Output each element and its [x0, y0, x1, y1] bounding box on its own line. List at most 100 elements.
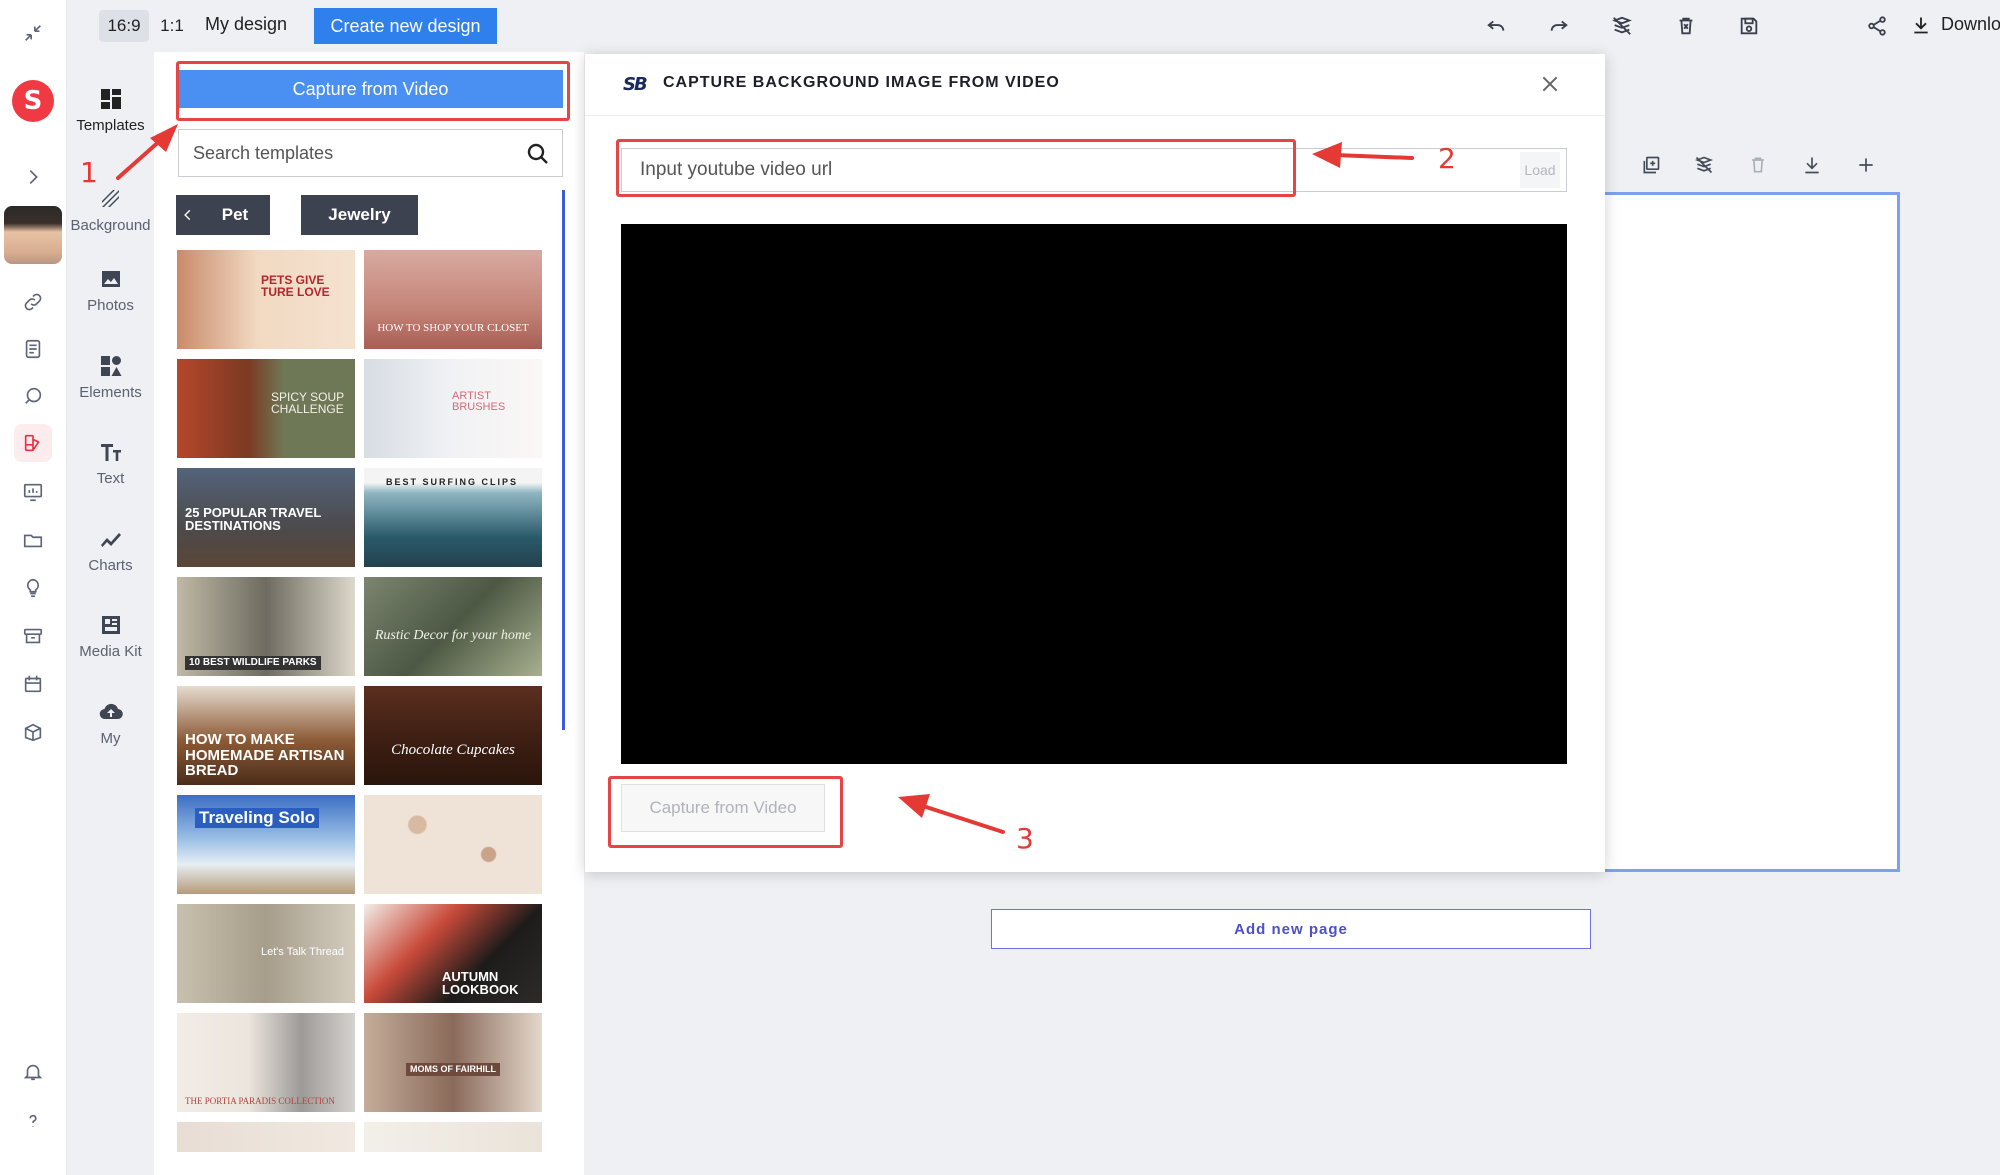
template-caption: Traveling Solo	[195, 808, 320, 828]
template-thumb[interactable]: 25 POPULAR TRAVEL DESTINATIONS	[177, 468, 355, 567]
cloud-upload-icon	[99, 703, 123, 719]
template-thumb[interactable]: Rustic Decor for your home	[364, 577, 542, 676]
load-button[interactable]: Load	[1520, 152, 1560, 188]
add-new-page-button[interactable]: Add new page	[991, 909, 1591, 949]
search-templates-box	[178, 129, 563, 177]
template-caption: 10 BEST WILDLIFE PARKS	[185, 655, 321, 670]
duplicate-page-icon[interactable]	[1638, 152, 1664, 178]
undo-icon[interactable]	[1483, 13, 1509, 39]
save-icon[interactable]	[1736, 13, 1762, 39]
hide-page-icon[interactable]	[1691, 152, 1717, 178]
delete-page-icon[interactable]	[1745, 152, 1771, 178]
help-icon[interactable]	[14, 1102, 52, 1140]
annotation-highlight-3	[608, 776, 843, 848]
download-button[interactable]: Download	[1911, 14, 2000, 35]
box-icon[interactable]	[14, 713, 52, 751]
photos-icon	[101, 270, 120, 287]
tool-label: Charts	[88, 556, 133, 574]
download-label: Download	[1941, 14, 2000, 34]
chip-pet[interactable]: Pet	[200, 195, 270, 235]
template-caption: Rustic Decor for your home	[374, 628, 532, 644]
tool-charts[interactable]: Charts	[67, 512, 154, 588]
tool-label: Background	[70, 216, 151, 234]
annotation-number-2: 2	[1438, 142, 1456, 175]
template-caption: ARTIST BRUSHES	[452, 389, 506, 414]
tool-label: Text	[96, 469, 125, 487]
template-thumb[interactable]: HOW TO SHOP YOUR CLOSET	[364, 250, 542, 349]
my-design-link[interactable]: My design	[205, 14, 287, 35]
chips-prev-button[interactable]	[176, 195, 200, 235]
template-thumb[interactable]: BEST SURFING CLIPS	[364, 468, 542, 567]
template-thumb[interactable]: HOW TO MAKE HOMEMADE ARTISAN BREAD	[177, 686, 355, 785]
search-icon[interactable]	[526, 142, 550, 166]
bulb-icon[interactable]	[14, 569, 52, 607]
template-thumb[interactable]: PETS GIVE TURE LOVE	[177, 250, 355, 349]
template-caption: HOW TO MAKE HOMEMADE ARTISAN BREAD	[185, 730, 345, 780]
calendar-icon[interactable]	[14, 665, 52, 703]
tool-my[interactable]: My	[67, 685, 154, 761]
search-chat-icon[interactable]	[14, 377, 52, 415]
ratio-16-9-tab[interactable]: 16:9	[99, 10, 149, 42]
templates-icon	[100, 88, 121, 109]
template-thumb[interactable]	[177, 1122, 355, 1152]
download-icon	[1914, 17, 1928, 33]
template-caption: HOW TO SHOP YOUR CLOSET	[377, 322, 529, 335]
create-new-design-button[interactable]: Create new design	[314, 8, 497, 44]
template-thumb[interactable]: ARTIST BRUSHES	[364, 359, 542, 458]
share-icon[interactable]	[1864, 13, 1890, 39]
tool-label: My	[100, 729, 121, 747]
template-thumb[interactable]: AUTUMN LOOKBOOK	[364, 904, 542, 1003]
add-page-icon[interactable]	[1853, 152, 1879, 178]
template-thumb[interactable]: MOMS OF FAIRHILL	[364, 1013, 542, 1112]
modal-logo: SB	[623, 74, 648, 95]
template-caption: PETS GIVE TURE LOVE	[261, 272, 330, 300]
chip-jewelry[interactable]: Jewelry	[301, 195, 418, 235]
modal-header: SB CAPTURE BACKGROUND IMAGE FROM VIDEO	[585, 54, 1605, 116]
background-icon	[101, 189, 119, 207]
template-caption: Let's Talk Thread	[261, 946, 345, 959]
presentation-icon[interactable]	[14, 473, 52, 511]
clear-format-icon[interactable]	[1609, 13, 1635, 39]
top-bar: 16:9 1:1 My design Create new design Dow…	[67, 0, 2000, 52]
tool-templates[interactable]: Templates	[67, 72, 154, 148]
design-icon[interactable]	[14, 424, 52, 462]
template-thumb[interactable]: SPICY SOUP CHALLENGE	[177, 359, 355, 458]
elements-icon	[100, 355, 121, 376]
close-button[interactable]	[1540, 74, 1562, 96]
modal-title: CAPTURE BACKGROUND IMAGE FROM VIDEO	[663, 74, 1060, 91]
templates-panel: Capture from Video Pet Jewelry PETS GIVE…	[154, 52, 584, 1175]
expand-icon[interactable]	[14, 158, 52, 196]
template-caption: MOMS OF FAIRHILL	[406, 1062, 500, 1076]
template-thumb[interactable]: THE PORTIA PARADIS COLLECTION	[177, 1013, 355, 1112]
bell-icon[interactable]	[14, 1053, 52, 1091]
app-logo[interactable]: S	[12, 80, 54, 122]
template-thumb[interactable]	[364, 795, 542, 894]
template-caption: THE PORTIA PARADIS COLLECTION	[185, 1095, 335, 1106]
collapse-icon[interactable]	[14, 14, 52, 52]
tool-photos[interactable]: Photos	[67, 252, 154, 328]
tool-media-kit[interactable]: Media Kit	[67, 598, 154, 674]
archive-icon[interactable]	[14, 617, 52, 655]
template-thumb[interactable]: Chocolate Cupcakes	[364, 686, 542, 785]
link-icon[interactable]	[14, 283, 52, 321]
template-thumb[interactable]	[364, 1122, 542, 1152]
delete-icon[interactable]	[1673, 13, 1699, 39]
tool-elements[interactable]: Elements	[67, 339, 154, 415]
folder-icon[interactable]	[14, 521, 52, 559]
scroll-indicator[interactable]	[562, 190, 565, 730]
tool-text[interactable]: Text	[67, 425, 154, 501]
template-thumb[interactable]: 10 BEST WILDLIFE PARKS	[177, 577, 355, 676]
template-caption: SPICY SOUP CHALLENGE	[271, 389, 344, 417]
template-thumb[interactable]: Traveling Solo	[177, 795, 355, 894]
annotation-highlight-1	[176, 61, 570, 121]
redo-icon[interactable]	[1546, 13, 1572, 39]
download-page-icon[interactable]	[1799, 152, 1825, 178]
video-player[interactable]	[621, 224, 1567, 764]
template-thumb[interactable]: Let's Talk Thread	[177, 904, 355, 1003]
ratio-1-1-tab[interactable]: 1:1	[159, 10, 185, 42]
avatar[interactable]	[4, 206, 62, 264]
document-icon[interactable]	[14, 330, 52, 368]
search-templates-input[interactable]	[193, 130, 513, 176]
tool-label: Photos	[87, 296, 134, 314]
logo-letter: S	[23, 86, 43, 116]
